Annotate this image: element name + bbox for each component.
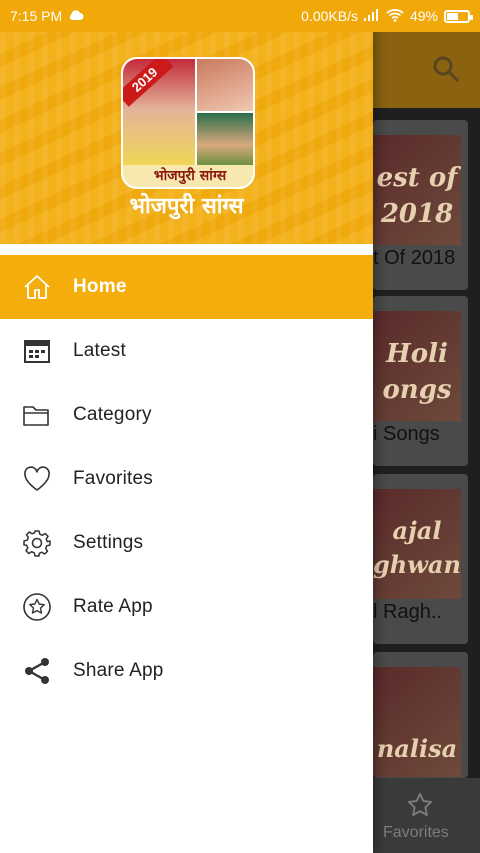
card-thumb-text: nalisa <box>376 734 458 763</box>
heart-icon <box>22 464 52 494</box>
menu-item-label: Settings <box>73 532 144 553</box>
battery-icon <box>444 9 473 23</box>
search-icon[interactable] <box>432 55 460 83</box>
logo-caption: भोजपुरी सांग्स <box>123 165 253 187</box>
gear-icon <box>22 528 52 558</box>
menu-item-share-app[interactable]: Share App <box>0 639 373 703</box>
song-card[interactable]: nalisa <box>373 652 468 778</box>
drawer-header: 2019 भोजपुरी सांग्स भोजपुरी सांग्स <box>0 32 373 244</box>
folder-icon <box>22 400 52 430</box>
star-icon[interactable] <box>406 791 434 819</box>
bottom-nav-favorites-label[interactable]: Favorites <box>383 824 449 842</box>
app-title: भोजपुरी सांग्स <box>129 194 244 219</box>
menu-item-settings[interactable]: Settings <box>0 511 373 575</box>
card-thumb-text: est of 2018 <box>376 163 458 229</box>
menu-item-label: Home <box>73 276 127 297</box>
menu-item-favorites[interactable]: Favorites <box>0 447 373 511</box>
home-icon <box>22 272 52 302</box>
app-logo: 2019 भोजपुरी सांग्स <box>121 57 255 189</box>
menu-item-label: Latest <box>73 340 126 361</box>
menu-item-label: Share App <box>73 660 164 681</box>
wifi-icon <box>386 8 404 25</box>
logo-photo <box>197 113 253 171</box>
navigation-drawer: 2019 भोजपुरी सांग्स भोजपुरी सांग्स Home … <box>0 0 373 853</box>
song-card[interactable]: Holi ongs i Songs <box>373 296 468 466</box>
song-card[interactable]: ajal ghwani l Ragh.. <box>373 474 468 644</box>
menu-item-label: Favorites <box>73 468 153 489</box>
menu-item-home[interactable]: Home <box>0 255 373 319</box>
song-card-list: est of 2018 t Of 2018 Holi ongs i Songs … <box>373 108 480 778</box>
bottom-nav: Favorites <box>373 778 480 853</box>
calendar-icon <box>22 336 52 366</box>
card-caption: l Ragh.. <box>373 601 442 623</box>
menu-item-label: Category <box>73 404 152 425</box>
card-caption: i Songs <box>373 423 440 445</box>
logo-photo <box>197 59 253 111</box>
drawer-menu: Home Latest Category Favorites Settings <box>0 255 373 703</box>
status-bar: 7:15 PM 0.00KB/s 49% <box>0 0 480 32</box>
net-speed: 0.00KB/s <box>301 8 358 24</box>
star-icon <box>22 592 52 622</box>
signal-icon <box>363 8 380 24</box>
status-time: 7:15 PM <box>10 8 63 24</box>
share-icon <box>22 656 52 686</box>
card-caption: t Of 2018 <box>373 247 456 269</box>
cloud-icon <box>68 8 84 24</box>
menu-item-rate-app[interactable]: Rate App <box>0 575 373 639</box>
menu-item-latest[interactable]: Latest <box>0 319 373 383</box>
song-card[interactable]: est of 2018 t Of 2018 <box>373 120 468 290</box>
menu-item-category[interactable]: Category <box>0 383 373 447</box>
card-thumb-text: Holi ongs <box>382 339 452 405</box>
card-thumb-text: ajal ghwani <box>373 516 461 579</box>
battery-percent: 49% <box>409 8 438 24</box>
menu-item-label: Rate App <box>73 596 153 617</box>
